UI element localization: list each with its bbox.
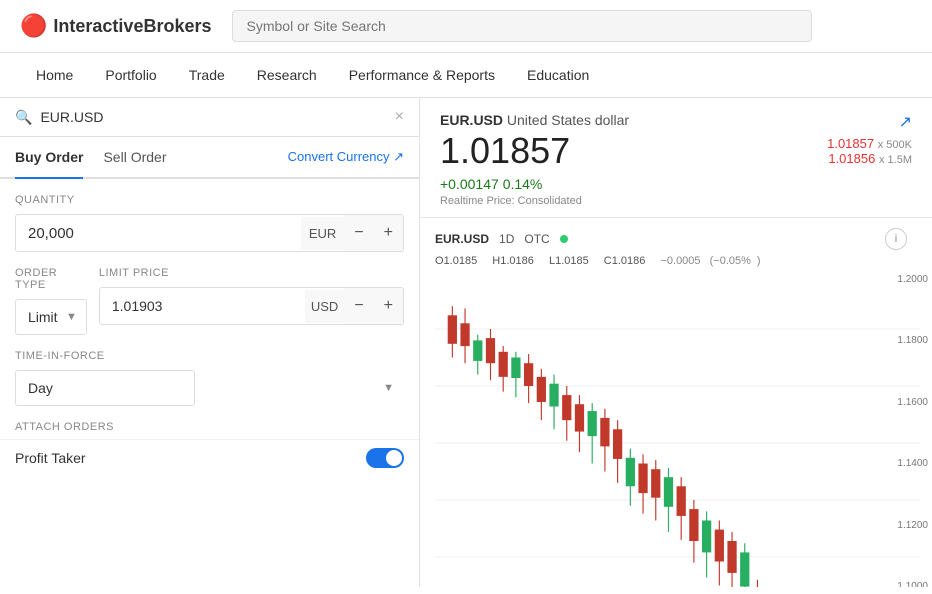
chart-header: EUR.USD 1D OTC i	[435, 228, 932, 255]
limit-price-increment-button[interactable]: +	[374, 288, 403, 324]
bid-value: 1.01857	[827, 136, 874, 151]
chart-info-button[interactable]: i	[885, 228, 907, 250]
stock-price: 1.01857	[440, 130, 629, 172]
stock-info-left: EUR.USD United States dollar 1.01857 +0.…	[440, 112, 629, 207]
ohlc-low: L1.0185	[549, 255, 595, 267]
profit-taker-label: Profit Taker	[15, 450, 86, 466]
ohlc-close: C1.0186	[604, 255, 652, 267]
stock-realtime-label: Realtime Price: Consolidated	[440, 195, 629, 207]
tif-select-wrapper: Day GTC IOC ▼	[15, 370, 404, 406]
convert-currency-link[interactable]: Convert Currency ↗	[288, 137, 404, 177]
y-label-5: 1.1200	[881, 520, 928, 531]
chart-area: EUR.USD 1D OTC i O1.0185 H1.0186 L1.0185…	[420, 218, 932, 587]
tif-chevron-icon: ▼	[383, 382, 394, 394]
nav-item-performance[interactable]: Performance & Reports	[333, 53, 511, 97]
bid-price: 1.01857 x 500K	[827, 136, 912, 151]
ohlc-high: H1.0186	[492, 255, 540, 267]
stock-change-abs: +0.00147	[440, 176, 499, 192]
chart-live-indicator	[560, 235, 568, 243]
order-tabs: Buy Order Sell Order Convert Currency ↗	[0, 137, 419, 179]
order-type-label: ORDER TYPE	[15, 267, 87, 291]
main-nav: Home Portfolio Trade Research Performanc…	[0, 53, 932, 98]
stock-symbol: EUR.USD	[440, 112, 503, 128]
tab-buy-order[interactable]: Buy Order	[15, 137, 83, 179]
logo-normal: Interactive	[53, 16, 143, 36]
nav-item-home[interactable]: Home	[20, 53, 89, 97]
limit-price-col: LIMIT PRICE USD − +	[99, 267, 404, 335]
y-label-3: 1.1600	[881, 397, 928, 408]
order-type-col: ORDER TYPE Limit Market Stop ▼	[15, 267, 87, 335]
tif-section: TIME-IN-FORCE Day GTC IOC ▼	[0, 340, 419, 411]
y-axis: 1.2000 1.1800 1.1600 1.1400 1.1200 1.100…	[877, 272, 932, 587]
stock-change-pct: 0.14%	[503, 176, 543, 192]
limit-price-label: LIMIT PRICE	[99, 267, 404, 279]
attach-orders-section: ATTACH ORDERS	[0, 411, 419, 433]
stock-name: EUR.USD United States dollar	[440, 112, 629, 128]
toggle-knob	[386, 450, 402, 466]
limit-price-row: USD − +	[99, 287, 404, 325]
logo-icon: 🔴	[20, 13, 47, 39]
right-panel: EUR.USD United States dollar 1.01857 +0.…	[420, 98, 932, 587]
quantity-input[interactable]	[16, 216, 301, 251]
y-label-4: 1.1400	[881, 458, 928, 469]
clear-search-button[interactable]: ×	[395, 108, 404, 126]
chart-period-label: 1D	[499, 232, 514, 246]
symbol-search-row: 🔍 ×	[0, 98, 419, 137]
chart-symbol-label: EUR.USD	[435, 232, 489, 246]
quantity-section: QUANTITY EUR − +	[0, 179, 419, 257]
quantity-increment-button[interactable]: +	[374, 215, 403, 251]
external-link-icon[interactable]: ↗	[899, 114, 912, 131]
limit-price-currency: USD	[305, 290, 344, 323]
y-label-6: 1.1000	[881, 581, 928, 587]
attach-orders-label: ATTACH ORDERS	[15, 421, 404, 433]
y-label-2: 1.1800	[881, 335, 928, 346]
candlestick-chart	[435, 272, 932, 587]
search-icon: 🔍	[15, 109, 32, 126]
nav-item-portfolio[interactable]: Portfolio	[89, 53, 172, 97]
header: 🔴 InteractiveBrokers	[0, 0, 932, 53]
quantity-decrement-button[interactable]: −	[344, 215, 373, 251]
order-type-select-wrapper: Limit Market Stop ▼	[15, 299, 87, 335]
ask-value: 1.01856	[828, 151, 875, 166]
logo-bold: Brokers	[143, 16, 211, 36]
profit-taker-row: Profit Taker	[0, 439, 419, 476]
order-type-select[interactable]: Limit Market Stop	[15, 299, 87, 335]
quantity-input-row: EUR − +	[15, 214, 404, 252]
logo-text: InteractiveBrokers	[53, 16, 211, 37]
nav-item-research[interactable]: Research	[241, 53, 333, 97]
ask-price: 1.01856 x 1.5M	[827, 151, 912, 166]
order-type-limit-row: ORDER TYPE Limit Market Stop ▼ LIMIT PRI…	[0, 257, 419, 340]
chart-market-label: OTC	[524, 232, 549, 246]
chart-wrapper: 1.2000 1.1800 1.1600 1.1400 1.1200 1.100…	[435, 272, 932, 587]
chart-change: −0.0005 (−0.05%)	[660, 255, 760, 267]
global-search-input[interactable]	[232, 10, 812, 42]
left-panel: 🔍 × Buy Order Sell Order Convert Currenc…	[0, 98, 420, 587]
bid-ask-row: 1.01857 x 500K 1.01856 x 1.5M	[827, 136, 912, 166]
y-label-1: 1.2000	[881, 274, 928, 285]
symbol-search-input[interactable]	[40, 109, 386, 125]
tif-select[interactable]: Day GTC IOC	[15, 370, 195, 406]
nav-item-education[interactable]: Education	[511, 53, 605, 97]
bid-size: 500K	[886, 139, 912, 151]
main-content: 🔍 × Buy Order Sell Order Convert Currenc…	[0, 98, 932, 587]
stock-info-right: ↗ 1.01857 x 500K 1.01856 x 1.5M	[827, 112, 912, 166]
logo: 🔴 InteractiveBrokers	[20, 13, 212, 39]
quantity-label: QUANTITY	[15, 194, 404, 206]
quantity-currency: EUR	[301, 217, 344, 250]
tab-sell-order[interactable]: Sell Order	[103, 137, 166, 177]
nav-item-trade[interactable]: Trade	[173, 53, 241, 97]
stock-header: EUR.USD United States dollar 1.01857 +0.…	[420, 98, 932, 218]
limit-price-input[interactable]	[100, 289, 305, 323]
tif-label: TIME-IN-FORCE	[15, 350, 404, 362]
chart-ohlc: O1.0185 H1.0186 L1.0185 C1.0186 −0.0005 …	[435, 255, 932, 272]
stock-change: +0.00147 0.14%	[440, 176, 629, 192]
ask-size: 1.5M	[888, 154, 912, 166]
stock-full-name: United States dollar	[507, 112, 629, 128]
limit-price-decrement-button[interactable]: −	[344, 288, 373, 324]
ohlc-open: O1.0185	[435, 255, 483, 267]
profit-taker-toggle[interactable]	[366, 448, 404, 468]
